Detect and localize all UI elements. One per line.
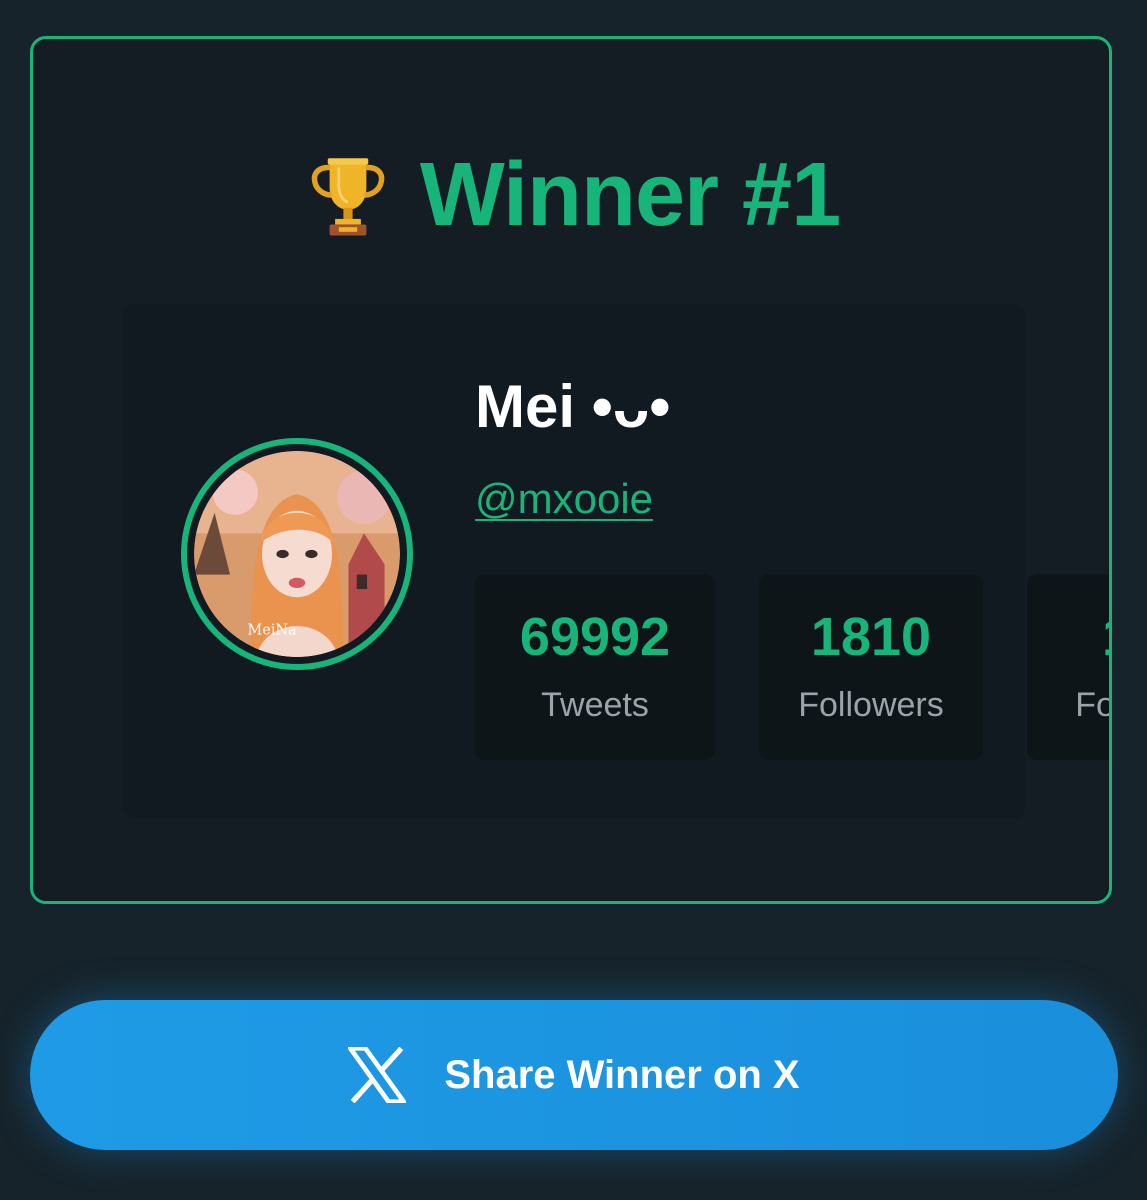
avatar-ring: MeiNa [181,438,413,670]
stat-followers: 1810 Followers [759,574,983,760]
stat-label: Tweets [541,686,649,724]
stat-tweets: 69992 Tweets [475,574,715,760]
stat-value: 1810 [810,607,932,667]
stat-following: 174 Following [1027,574,1112,760]
avatar-caption: MeiNa [248,622,297,638]
winner-title-row: Winner #1 [33,149,1109,241]
share-winner-button[interactable]: Share Winner on X [30,1000,1118,1150]
user-avatar[interactable]: MeiNa [194,451,400,657]
share-button-label: Share Winner on X [444,1052,800,1097]
trophy-icon [311,158,385,236]
profile-handle-link[interactable]: @mxooie [475,475,653,522]
stat-label: Followers [798,686,944,724]
display-name: Mei •ᴗ• [475,373,671,440]
stat-label: Following [1075,686,1112,724]
stat-value: 69992 [519,607,671,667]
winner-card: Winner #1 MeiNa Mei •ᴗ• @mxooie 69992 Tw… [30,36,1112,904]
winner-title: Winner #1 [419,145,841,245]
stat-value: 174 [1027,610,1109,664]
profile-panel: MeiNa Mei •ᴗ• @mxooie 69992 Tweets 1810 … [123,304,1109,819]
x-logo-icon [348,1047,407,1103]
